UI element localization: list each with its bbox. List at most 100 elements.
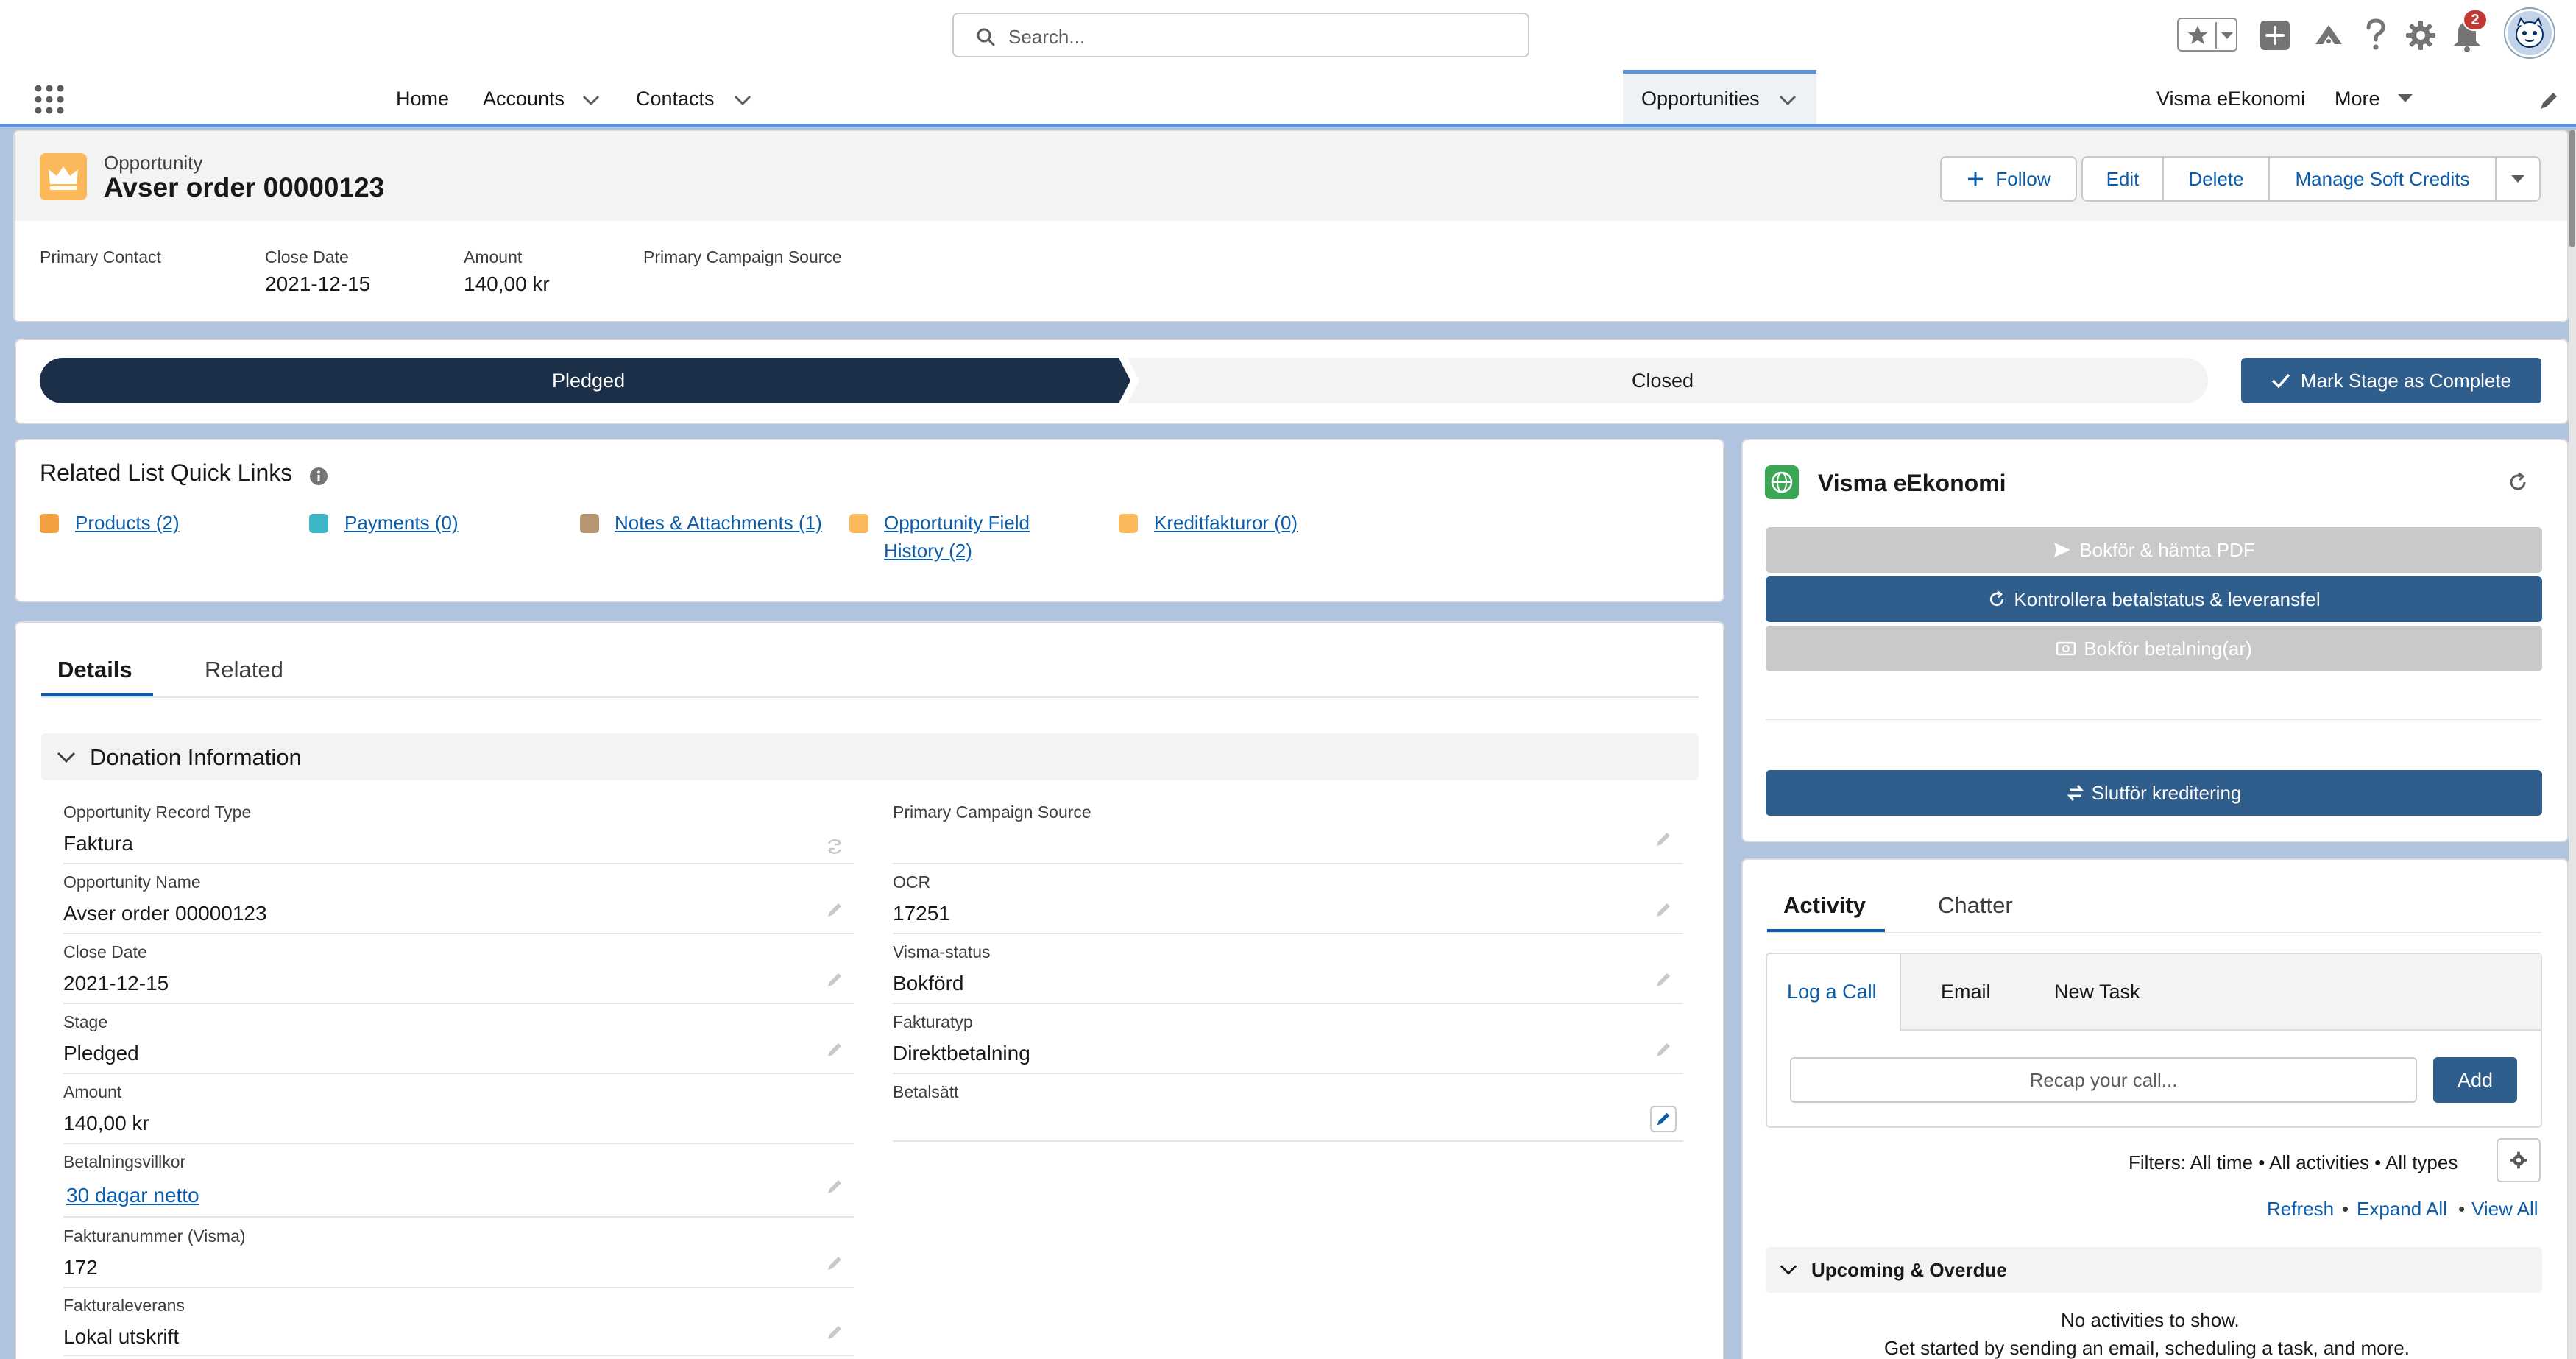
upcoming-title: Upcoming & Overdue bbox=[1811, 1259, 2007, 1281]
filter-settings-button[interactable] bbox=[2497, 1138, 2541, 1182]
info-icon[interactable] bbox=[309, 467, 328, 486]
slutfor-kreditering-button[interactable]: Slutför kreditering bbox=[1766, 770, 2542, 816]
edit-pencil-icon[interactable] bbox=[1655, 901, 1672, 919]
expand-all-link[interactable]: Expand All bbox=[2357, 1198, 2447, 1221]
global-actions-button[interactable] bbox=[2260, 21, 2290, 50]
change-record-type-icon[interactable] bbox=[826, 838, 843, 855]
notification-badge: 2 bbox=[2463, 9, 2488, 31]
edit-pencil-icon[interactable] bbox=[826, 901, 843, 919]
money-icon bbox=[2056, 641, 2076, 656]
kontrollera-betalstatus-button[interactable]: Kontrollera betalstatus & leveransfel bbox=[1766, 576, 2542, 622]
edit-pencil-icon[interactable] bbox=[826, 971, 843, 989]
avatar[interactable] bbox=[2505, 9, 2554, 57]
chevron-down-icon[interactable] bbox=[1778, 94, 1797, 106]
more-actions-button[interactable] bbox=[2495, 156, 2541, 202]
edit-button[interactable]: Edit bbox=[2081, 156, 2164, 202]
delete-button[interactable]: Delete bbox=[2162, 156, 2270, 202]
edit-pencil-icon[interactable] bbox=[1655, 830, 1672, 848]
nav-item-visma[interactable]: Visma eEkonomi bbox=[2156, 88, 2305, 110]
field-value-record-type: Faktura bbox=[63, 832, 133, 855]
astro-avatar-icon bbox=[2508, 11, 2552, 55]
view-all-link[interactable]: View All bbox=[2471, 1198, 2538, 1221]
payments-icon bbox=[309, 514, 328, 533]
field-label-betalsatt: Betalsätt bbox=[893, 1082, 959, 1101]
tab-chatter[interactable]: Chatter bbox=[1938, 892, 2013, 919]
edit-pencil-icon[interactable] bbox=[1655, 1041, 1672, 1059]
nav-item-more[interactable]: More bbox=[2335, 88, 2380, 110]
quick-link-field-history[interactable]: Opportunity Field bbox=[884, 509, 1030, 537]
quick-link-kreditfakturor[interactable]: Kreditfakturor (0) bbox=[1154, 509, 1298, 537]
tab-activity[interactable]: Activity bbox=[1783, 892, 1866, 919]
quick-link-payments[interactable]: Payments (0) bbox=[344, 509, 459, 537]
gear-icon bbox=[2510, 1151, 2527, 1169]
field-divider bbox=[893, 863, 1683, 864]
field-divider bbox=[893, 1073, 1683, 1074]
field-value-amount: 140,00 kr bbox=[63, 1112, 149, 1134]
field-label-amount: Amount bbox=[63, 1082, 122, 1101]
plus-icon bbox=[2265, 26, 2285, 45]
app-launcher-icon[interactable] bbox=[34, 84, 65, 115]
path-stage-pledged[interactable]: Pledged bbox=[552, 370, 625, 392]
edit-pencil-icon[interactable] bbox=[826, 1324, 843, 1341]
quick-link-field-history-cont[interactable]: History (2) bbox=[884, 537, 972, 565]
tab-email[interactable]: Email bbox=[1941, 981, 1991, 1003]
tab-new-task[interactable]: New Task bbox=[2054, 981, 2140, 1003]
field-value-opportunity-name: Avser order 00000123 bbox=[63, 902, 267, 925]
mark-stage-complete-button[interactable]: Mark Stage as Complete bbox=[2241, 358, 2541, 403]
field-value-ocr: 17251 bbox=[893, 902, 950, 925]
global-search-input[interactable]: Search... bbox=[952, 13, 1529, 57]
field-label-record-type: Opportunity Record Type bbox=[63, 802, 252, 822]
follow-button[interactable]: Follow bbox=[1940, 156, 2077, 202]
add-button[interactable]: Add bbox=[2433, 1057, 2517, 1103]
chevron-down-icon[interactable] bbox=[581, 94, 601, 106]
edit-nav-icon[interactable] bbox=[2538, 91, 2558, 112]
activity-filters: Filters: All time • All activities • All… bbox=[2129, 1151, 2458, 1173]
manage-soft-credits-button[interactable]: Manage Soft Credits bbox=[2268, 156, 2497, 202]
bokfor-hamta-pdf-button[interactable]: Bokför & hämta PDF bbox=[1766, 527, 2542, 573]
quick-link-products[interactable]: Products (2) bbox=[75, 509, 180, 537]
favorites-button[interactable] bbox=[2177, 18, 2237, 52]
publisher-tabs-bg bbox=[1900, 954, 2541, 1031]
field-divider bbox=[63, 1143, 854, 1144]
products-icon bbox=[40, 514, 59, 533]
page-scrollbar[interactable] bbox=[2569, 130, 2576, 1359]
trailhead-icon[interactable] bbox=[2313, 19, 2345, 52]
upcoming-overdue-header[interactable]: Upcoming & Overdue bbox=[1766, 1247, 2542, 1293]
tabs-divider bbox=[41, 696, 1699, 698]
nav-item-home[interactable]: Home bbox=[396, 88, 449, 110]
field-value-betalningsvillkor[interactable]: 30 dagar netto bbox=[66, 1184, 199, 1207]
send-icon bbox=[2054, 543, 2071, 557]
nav-item-opportunities[interactable]: Opportunities bbox=[1641, 88, 1760, 110]
highlight-label-primary-contact: Primary Contact bbox=[40, 247, 161, 266]
refresh-link[interactable]: Refresh bbox=[2267, 1198, 2334, 1221]
bokfor-betalning-button[interactable]: Bokför betalning(ar) bbox=[1766, 626, 2542, 671]
chevron-down-icon bbox=[2221, 32, 2233, 39]
edit-pencil-icon[interactable] bbox=[1655, 971, 1672, 989]
search-placeholder: Search... bbox=[1008, 26, 1086, 48]
edit-pencil-icon[interactable] bbox=[826, 1041, 843, 1059]
refresh-icon[interactable] bbox=[2507, 471, 2529, 493]
gear-icon[interactable] bbox=[2405, 19, 2437, 52]
path-stage-closed[interactable]: Closed bbox=[1632, 370, 1694, 392]
field-history-icon bbox=[849, 514, 868, 533]
edit-pencil-icon[interactable] bbox=[826, 1254, 843, 1272]
nav-item-accounts[interactable]: Accounts bbox=[483, 88, 565, 110]
field-divider bbox=[63, 1216, 854, 1218]
field-label-visma-status: Visma-status bbox=[893, 942, 991, 961]
quick-link-notes[interactable]: Notes & Attachments (1) bbox=[615, 509, 822, 537]
caret-down-icon[interactable] bbox=[2396, 93, 2414, 105]
check-icon bbox=[2271, 373, 2290, 389]
edit-betalsatt-button[interactable] bbox=[1650, 1106, 1677, 1132]
tab-related[interactable]: Related bbox=[205, 657, 283, 683]
nav-item-contacts[interactable]: Contacts bbox=[636, 88, 715, 110]
highlight-label-close-date: Close Date bbox=[265, 247, 349, 266]
section-header-donation-information[interactable]: Donation Information bbox=[41, 733, 1699, 780]
globe-icon bbox=[1765, 465, 1799, 499]
help-icon[interactable] bbox=[2363, 18, 2389, 52]
recap-call-input[interactable]: Recap your call... bbox=[1790, 1057, 2417, 1103]
chevron-down-icon[interactable] bbox=[733, 94, 752, 106]
tab-log-a-call[interactable]: Log a Call bbox=[1787, 981, 1877, 1003]
edit-pencil-icon[interactable] bbox=[826, 1178, 843, 1196]
tab-details[interactable]: Details bbox=[57, 657, 132, 683]
empty-activities-subtitle: Get started by sending an email, schedul… bbox=[1884, 1337, 2410, 1359]
